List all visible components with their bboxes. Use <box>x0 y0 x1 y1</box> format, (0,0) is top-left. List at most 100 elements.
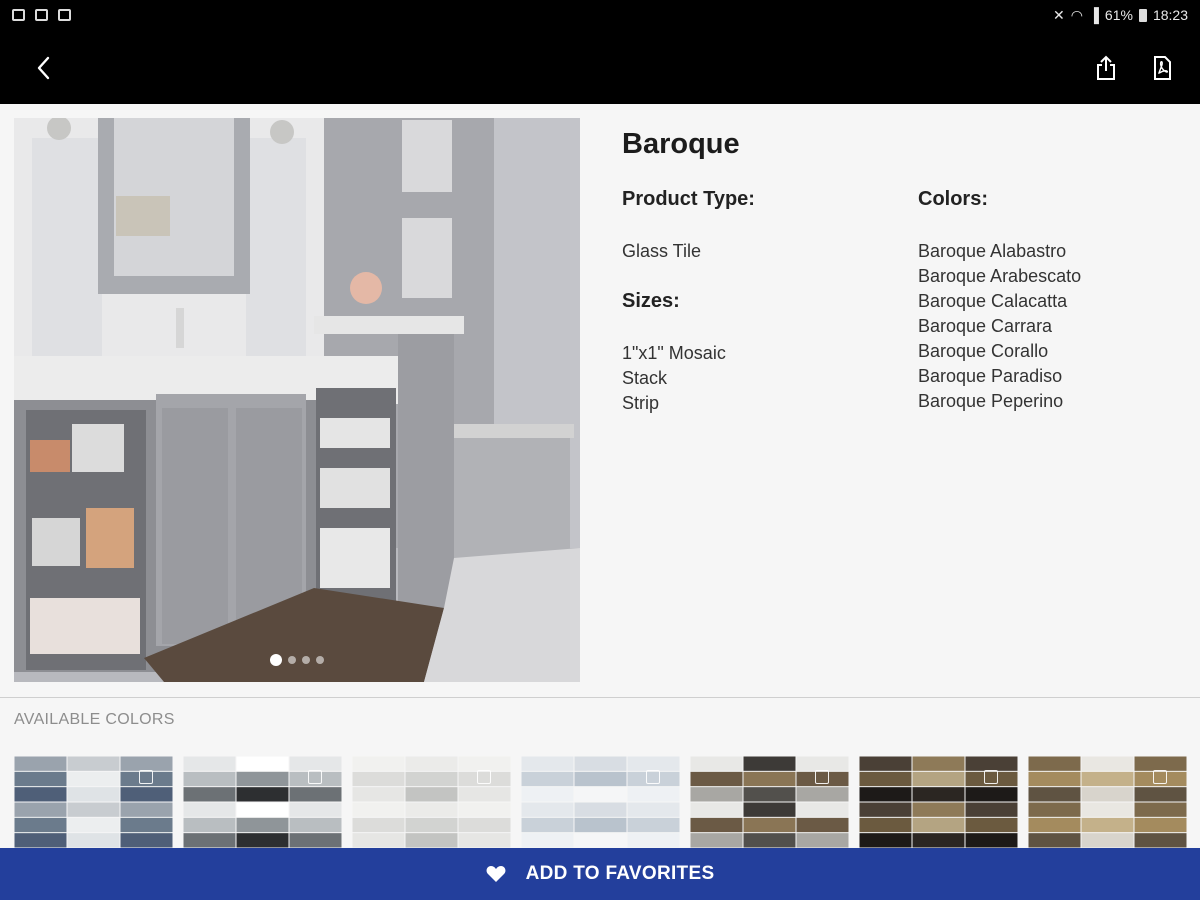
tile-chip <box>627 833 680 848</box>
color-swatch[interactable] <box>183 756 342 848</box>
tile-chip <box>627 787 680 802</box>
tile-chip <box>1134 833 1187 848</box>
tile-chip <box>859 787 912 802</box>
tile-chip <box>912 787 965 802</box>
tile-chip <box>236 802 289 817</box>
tile-chip <box>120 802 173 817</box>
tile-chip <box>965 787 1018 802</box>
product-photo-carousel[interactable] <box>14 118 580 682</box>
tile-chip <box>14 833 67 848</box>
tile-chip <box>67 833 120 848</box>
tile-chip <box>120 787 173 802</box>
tile-chip <box>912 833 965 848</box>
tile-chip <box>1134 802 1187 817</box>
tile-chip <box>796 787 849 802</box>
tile-chip <box>690 771 743 787</box>
tile-chip <box>912 802 965 817</box>
tile-chip <box>289 802 342 817</box>
carousel-dot-2[interactable] <box>288 656 296 664</box>
color-swatch[interactable] <box>859 756 1018 848</box>
color-item: Baroque Arabescato <box>918 266 1082 286</box>
tile-chip <box>574 817 627 833</box>
color-item: Baroque Calacatta <box>918 291 1068 311</box>
tile-chip <box>1134 817 1187 833</box>
tile-chip <box>1081 787 1134 802</box>
share-button[interactable] <box>1088 50 1124 86</box>
tile-chip <box>521 817 574 833</box>
gallery-notification-icon <box>12 9 25 21</box>
back-button[interactable] <box>26 50 62 86</box>
battery-icon <box>1138 8 1147 22</box>
tile-chip <box>912 771 965 787</box>
color-swatch[interactable] <box>690 756 849 848</box>
tile-chip <box>859 756 912 771</box>
signal-icon: ▐ <box>1089 7 1099 23</box>
tile-chip <box>352 771 405 787</box>
tile-chip <box>14 756 67 771</box>
tile-chip <box>458 833 511 848</box>
tile-chip <box>1081 833 1134 848</box>
tile-chip <box>14 817 67 833</box>
tile-chip <box>574 756 627 771</box>
tile-chip <box>627 802 680 817</box>
tile-chip <box>352 787 405 802</box>
tile-chip <box>574 802 627 817</box>
pdf-button[interactable] <box>1144 50 1180 86</box>
size-item: 1"x1" Mosaic <box>622 343 726 363</box>
color-swatch[interactable] <box>352 756 511 848</box>
tile-chip <box>1081 802 1134 817</box>
carousel-dot-3[interactable] <box>302 656 310 664</box>
tile-chip <box>1028 787 1081 802</box>
add-to-favorites-button[interactable]: ADD TO FAVORITES <box>0 848 1200 900</box>
tile-chip <box>965 833 1018 848</box>
tile-chip <box>1081 756 1134 771</box>
tile-chip <box>236 756 289 771</box>
tile-chip <box>965 817 1018 833</box>
tile-chip <box>796 833 849 848</box>
size-item: Strip <box>622 393 660 413</box>
tile-chip <box>183 787 236 802</box>
tile-chip <box>690 756 743 771</box>
tile-chip <box>859 802 912 817</box>
color-item: Baroque Corallo <box>918 341 1049 361</box>
tile-chip <box>521 756 574 771</box>
expand-icon <box>477 770 491 784</box>
tile-chip <box>14 771 67 787</box>
tile-chip <box>574 833 627 848</box>
play-store-notification-icon <box>58 9 71 21</box>
tile-chip <box>859 833 912 848</box>
color-swatch[interactable] <box>521 756 680 848</box>
tile-chip <box>859 771 912 787</box>
tile-chip <box>289 817 342 833</box>
tile-chip <box>521 833 574 848</box>
tile-chip <box>743 787 796 802</box>
tile-chip <box>574 787 627 802</box>
tile-chip <box>1028 771 1081 787</box>
tile-chip <box>1028 833 1081 848</box>
tile-chip <box>352 756 405 771</box>
carousel-dot-1[interactable] <box>270 654 282 666</box>
share-icon <box>1097 55 1115 80</box>
voicemail-notification-icon <box>35 9 48 21</box>
colors-label: Colors: <box>918 188 988 210</box>
expand-icon <box>815 770 829 784</box>
tile-chip <box>405 771 458 787</box>
tile-chip <box>183 771 236 787</box>
available-colors-title: AVAILABLE COLORS <box>14 711 175 728</box>
tile-chip <box>796 756 849 771</box>
color-swatch[interactable] <box>14 756 173 848</box>
color-item: Baroque Peperino <box>918 391 1064 411</box>
carousel-dot-4[interactable] <box>316 656 324 664</box>
tile-chip <box>405 802 458 817</box>
tile-chip <box>289 833 342 848</box>
tile-chip <box>14 787 67 802</box>
color-swatch[interactable] <box>1028 756 1187 848</box>
expand-icon <box>646 770 660 784</box>
tile-chip <box>67 817 120 833</box>
tile-chip <box>289 787 342 802</box>
tile-chip <box>743 817 796 833</box>
available-colors-list <box>14 756 1200 848</box>
tile-chip <box>289 756 342 771</box>
tile-chip <box>458 756 511 771</box>
tile-chip <box>183 833 236 848</box>
